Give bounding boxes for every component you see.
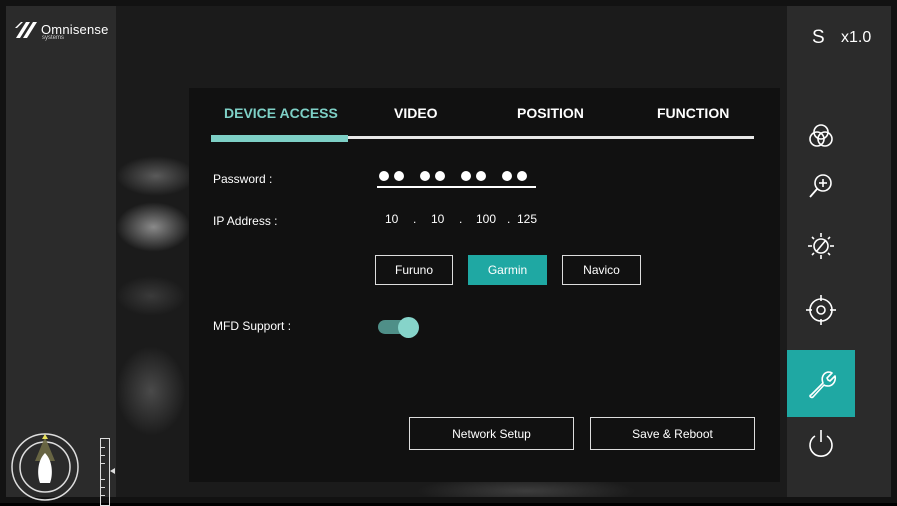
tab-active-indicator (211, 135, 348, 142)
tab-device-access[interactable]: DEVICE ACCESS (224, 105, 338, 121)
ip-octet-1[interactable]: 10 (385, 212, 398, 226)
tab-position[interactable]: POSITION (517, 105, 584, 121)
target-button[interactable] (787, 278, 855, 342)
scale-marker (110, 468, 115, 474)
settings-button[interactable] (787, 350, 855, 417)
mfd-support-toggle[interactable] (378, 317, 422, 339)
camera-view: Omnisense systems S x1.0 DEVICE ACCESS V… (0, 0, 897, 506)
mfd-furuno-button[interactable]: Furuno (375, 255, 453, 285)
logo-icon (15, 22, 37, 38)
right-toolbar: S x1.0 (787, 6, 891, 497)
mfd-navico-button[interactable]: Navico (562, 255, 641, 285)
brand-subtitle: systems (42, 35, 65, 41)
ip-separator-3: . (507, 212, 511, 226)
scale-bar (100, 438, 110, 506)
compass-icon (11, 433, 79, 501)
zoom-button[interactable] (787, 154, 855, 218)
settings-dialog: DEVICE ACCESS VIDEO POSITION FUNCTION Pa… (189, 88, 780, 482)
ip-octet-3[interactable]: 100 (476, 212, 496, 226)
ip-separator-1: . (413, 212, 417, 226)
color-palette-icon (809, 124, 833, 147)
mfd-support-label: MFD Support : (213, 319, 292, 333)
tab-function[interactable]: FUNCTION (657, 105, 729, 121)
brightness-icon (808, 233, 834, 259)
power-icon (809, 430, 833, 457)
omnisense-logo: Omnisense systems (14, 20, 114, 42)
ip-octet-2[interactable]: 10 (431, 212, 444, 226)
settings-wrench-icon (809, 370, 837, 398)
zoom-in-icon (809, 174, 832, 198)
power-button[interactable] (787, 411, 855, 475)
password-label: Password : (213, 172, 273, 186)
mode-indicator: S (812, 27, 825, 48)
zoom-level: x1.0 (841, 29, 872, 46)
ip-separator-2: . (459, 212, 463, 226)
password-field[interactable] (377, 166, 536, 188)
save-reboot-button[interactable]: Save & Reboot (590, 417, 755, 450)
ip-octet-4[interactable]: 125 (517, 212, 537, 226)
network-setup-button[interactable]: Network Setup (409, 417, 574, 450)
left-panel: Omnisense systems (6, 6, 116, 506)
brightness-button[interactable] (787, 214, 855, 278)
mfd-garmin-button[interactable]: Garmin (468, 255, 547, 285)
target-icon (806, 295, 836, 325)
ip-address-label: IP Address : (213, 214, 278, 228)
tab-video[interactable]: VIDEO (394, 105, 438, 121)
